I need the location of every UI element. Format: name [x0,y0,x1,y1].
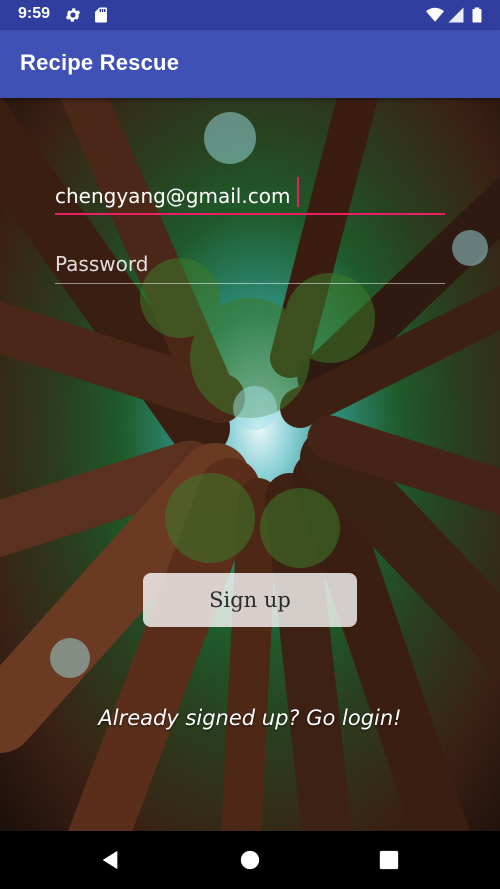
email-field[interactable] [55,176,445,216]
password-field[interactable] [55,244,445,284]
signal-icon [448,7,464,23]
home-icon[interactable] [239,849,261,871]
status-bar: 9:59 [0,0,500,30]
password-field-underline [55,283,445,284]
status-time: 9:59 [18,5,51,22]
battery-icon [472,7,482,23]
app-title: Recipe Rescue [20,50,180,75]
back-icon[interactable] [99,849,121,871]
app-bar: Recipe Rescue [0,30,500,98]
signup-button[interactable]: Sign up [143,573,357,627]
go-login-link[interactable]: Already signed up? Go login! [0,706,500,730]
navigation-bar [0,831,500,889]
sd-card-icon [95,7,107,23]
recents-icon[interactable] [378,849,400,871]
signup-screen: Sign up Already signed up? Go login! [0,98,500,831]
gear-icon [65,8,81,22]
text-cursor [297,177,299,207]
wifi-icon [426,7,444,22]
email-field-underline [55,213,445,215]
